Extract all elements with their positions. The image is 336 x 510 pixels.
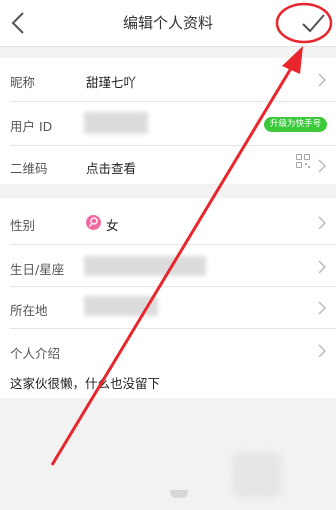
gender-value: 女 <box>106 218 119 233</box>
qrcode-icon <box>296 154 310 168</box>
gender-label: 性别 <box>10 218 36 233</box>
profile-basic-section: 昵称 甜瑾七吖 用户 ID 升级为快手号 二维码 点击查看 <box>0 58 336 184</box>
intro-text: 这家伙很懒，什么也没留下 <box>10 376 161 391</box>
nickname-value: 甜瑾七吖 <box>86 75 137 90</box>
user-id-label: 用户 ID <box>10 119 53 134</box>
user-id-redacted <box>84 112 148 134</box>
birthday-label: 生日/星座 <box>10 262 65 277</box>
location-redacted <box>84 296 158 316</box>
chevron-right-icon <box>318 216 326 230</box>
nickname-row[interactable]: 昵称 甜瑾七吖 <box>0 58 336 102</box>
location-label: 所在地 <box>10 303 48 318</box>
profile-detail-section: 性别 女 生日/星座 所在地 个人介绍 <box>0 198 336 398</box>
chevron-right-icon <box>318 159 326 173</box>
page-title: 编辑个人资料 <box>122 14 213 32</box>
qrcode-row[interactable]: 二维码 点击查看 <box>0 144 336 188</box>
chevron-right-icon <box>318 344 326 358</box>
gender-row[interactable]: 性别 女 <box>0 201 336 245</box>
female-icon <box>86 215 101 230</box>
chevron-right-icon <box>318 260 326 274</box>
location-row[interactable]: 所在地 <box>0 286 336 330</box>
birthday-row[interactable]: 生日/星座 <box>0 245 336 289</box>
check-icon[interactable] <box>298 8 328 38</box>
chevron-right-icon <box>318 73 326 87</box>
nickname-label: 昵称 <box>10 75 36 90</box>
intro-row[interactable]: 个人介绍 <box>0 329 336 373</box>
upgrade-badge-button[interactable]: 升级为快手号 <box>264 117 328 132</box>
qrcode-label: 二维码 <box>10 161 48 176</box>
birthday-redacted <box>84 256 206 276</box>
user-id-row: 用户 ID 升级为快手号 <box>0 102 336 146</box>
qrcode-link[interactable]: 点击查看 <box>86 158 136 177</box>
intro-label: 个人介绍 <box>10 346 61 361</box>
header-bar: 编辑个人资料 <box>0 0 336 47</box>
bottom-handle <box>170 490 188 498</box>
blurred-watermark <box>232 452 282 498</box>
chevron-right-icon <box>318 301 326 315</box>
